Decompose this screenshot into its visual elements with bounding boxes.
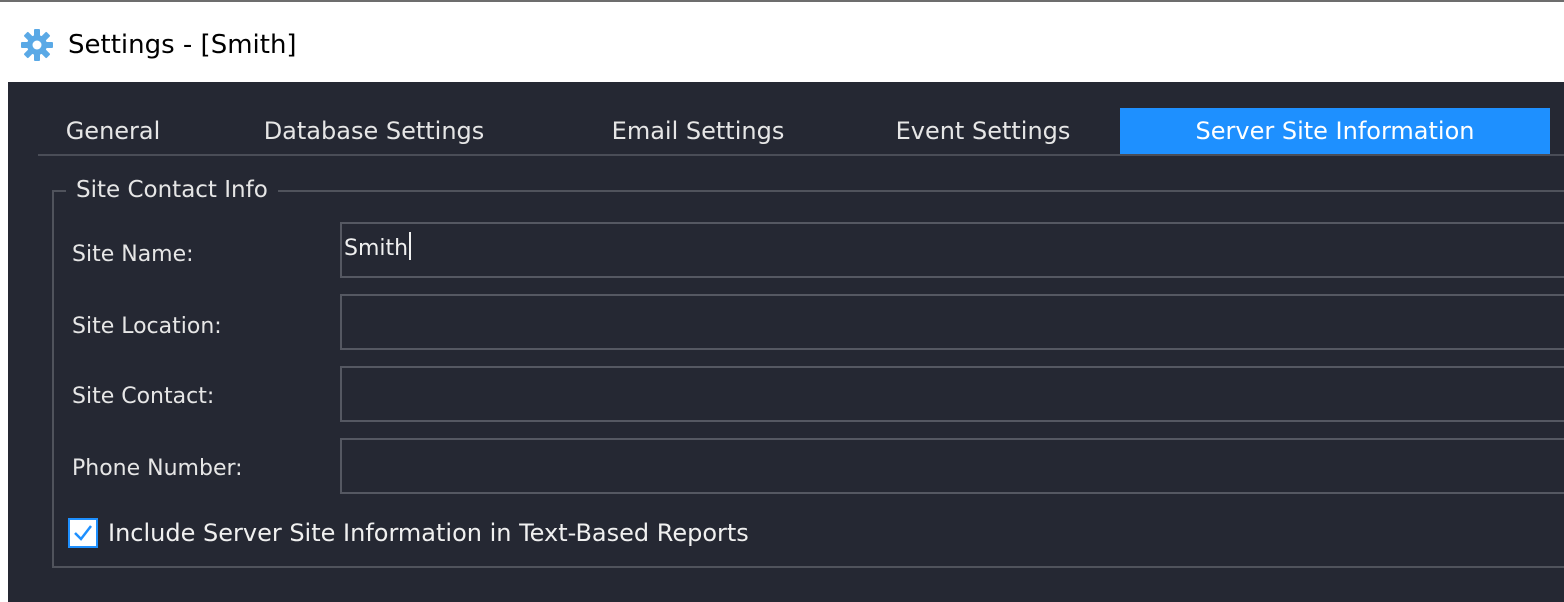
tab-strip: General Database Settings Email Settings… (38, 108, 1564, 156)
site-name-label: Site Name: (72, 242, 194, 267)
tab-database-settings[interactable]: Database Settings (224, 108, 524, 154)
tab-event-settings[interactable]: Event Settings (848, 108, 1118, 154)
settings-panel: General Database Settings Email Settings… (8, 82, 1564, 602)
include-site-info-label[interactable]: Include Server Site Information in Text-… (108, 516, 749, 550)
site-name-value: Smith (344, 236, 409, 261)
site-name-input[interactable]: Smith (340, 222, 1564, 278)
include-site-info-checkbox[interactable] (68, 518, 98, 548)
tab-email-settings[interactable]: Email Settings (558, 108, 838, 154)
phone-number-label: Phone Number: (72, 456, 243, 481)
checkmark-icon (74, 525, 92, 541)
title-bar: Settings - [Smith] (0, 0, 1564, 82)
tab-server-site-information[interactable]: Server Site Information (1120, 108, 1550, 154)
tab-general[interactable]: General (38, 108, 188, 154)
settings-window: Settings - [Smith] General Database Sett… (0, 0, 1564, 602)
site-contact-label: Site Contact: (72, 384, 215, 409)
gear-icon (20, 28, 54, 62)
text-caret (409, 232, 412, 260)
window-title: Settings - [Smith] (68, 30, 297, 60)
phone-number-input[interactable] (340, 438, 1564, 494)
site-location-input[interactable] (340, 294, 1564, 350)
group-legend: Site Contact Info (66, 176, 278, 204)
site-location-label: Site Location: (72, 314, 222, 339)
site-contact-input[interactable] (340, 366, 1564, 422)
